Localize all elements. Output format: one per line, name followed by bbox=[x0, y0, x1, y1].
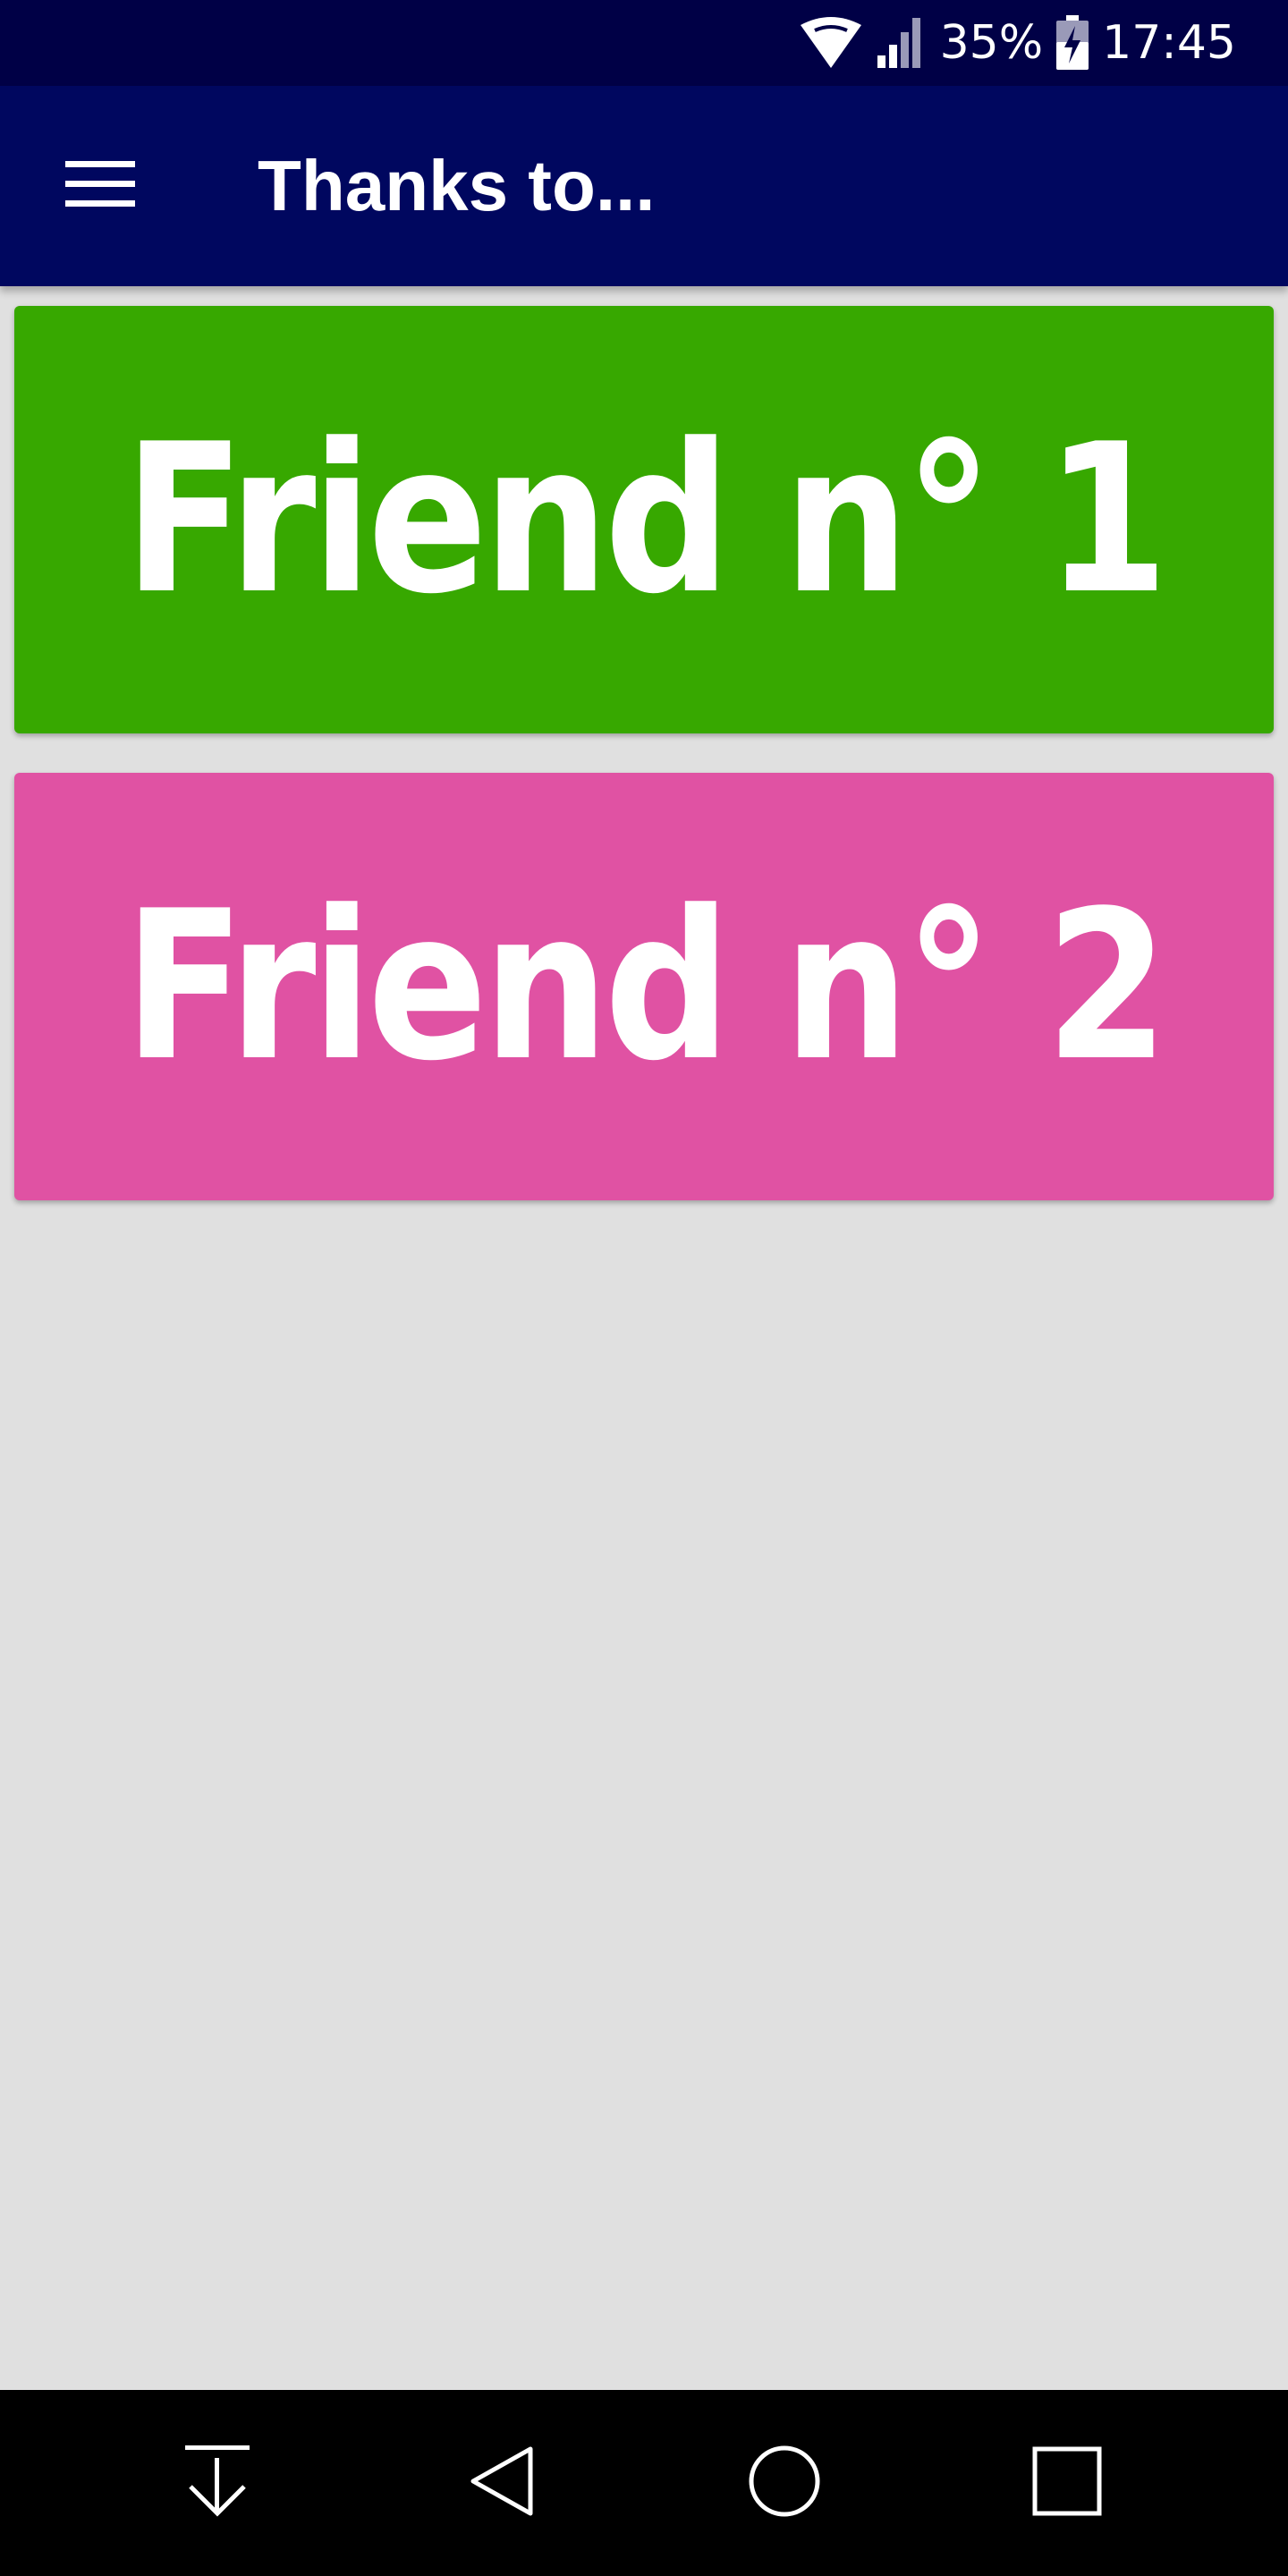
clock: 17:45 bbox=[1102, 16, 1236, 70]
hamburger-menu-icon bbox=[65, 159, 135, 214]
navigation-bar bbox=[0, 2390, 1288, 2576]
app-bar: Thanks to... bbox=[0, 86, 1288, 286]
download-arrow-icon bbox=[182, 2444, 253, 2523]
friend-card-1[interactable]: Friend n° 1 bbox=[14, 306, 1274, 733]
status-icons: 35% 17:45 bbox=[799, 0, 1236, 86]
signal-icon bbox=[876, 16, 928, 70]
battery-percent: 35% bbox=[939, 16, 1044, 70]
friend-card-2[interactable]: Friend n° 2 bbox=[14, 773, 1274, 1200]
friend-card-label: Friend n° 2 bbox=[123, 867, 1169, 1106]
back-triangle-icon bbox=[468, 2445, 536, 2521]
back-button[interactable] bbox=[448, 2429, 555, 2537]
status-bar: 35% 17:45 bbox=[0, 0, 1288, 86]
menu-button[interactable] bbox=[50, 136, 150, 236]
app-screen: 35% 17:45 Thanks to... Friend n° 1 Frien… bbox=[0, 0, 1288, 2576]
home-button[interactable] bbox=[731, 2429, 838, 2537]
page-title: Thanks to... bbox=[258, 146, 656, 225]
download-arrow-button[interactable] bbox=[164, 2429, 271, 2537]
home-circle-icon bbox=[748, 2445, 821, 2522]
wifi-icon bbox=[799, 16, 863, 70]
battery-charging-icon bbox=[1055, 15, 1089, 71]
friend-card-label: Friend n° 1 bbox=[123, 400, 1169, 640]
recent-apps-square-icon bbox=[1031, 2445, 1103, 2521]
recent-apps-button[interactable] bbox=[1013, 2429, 1121, 2537]
